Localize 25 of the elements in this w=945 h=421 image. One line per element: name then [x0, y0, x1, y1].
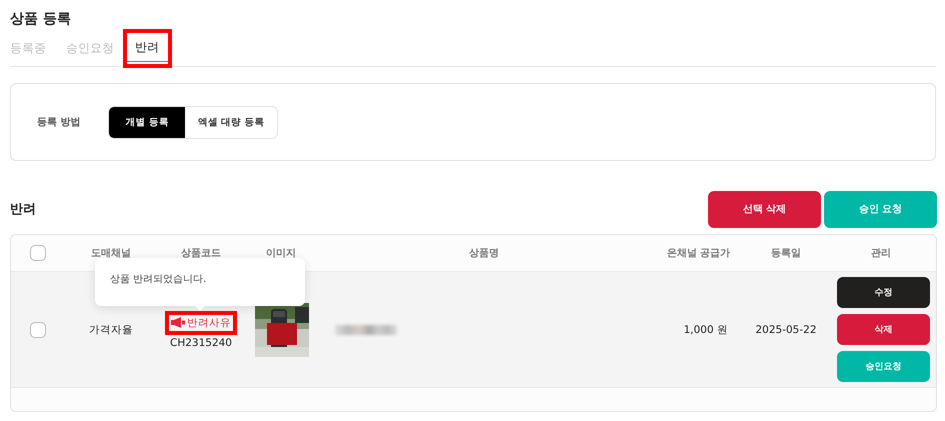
table-cell-text: 가격자율: [88, 322, 134, 336]
column-header: 이미지: [265, 247, 297, 260]
reject-reason-link[interactable]: 반려사유: [165, 310, 237, 334]
row-action-button[interactable]: 삭제: [837, 314, 930, 345]
column-header: 도매채널: [90, 247, 132, 260]
checkbox[interactable]: [30, 322, 46, 338]
action-button[interactable]: 선택 삭제: [708, 190, 821, 228]
tooltip-arrow: [195, 306, 205, 311]
tooltip: 상품 반려되었습니다.: [95, 258, 305, 306]
page-title: 상품 등록: [10, 10, 72, 28]
column-header: 상품코드: [180, 247, 222, 260]
table-cell-text: 2025-05-22: [754, 324, 818, 336]
table-cell-text: 1,000 원: [682, 322, 729, 336]
product-code: CH2315240: [170, 336, 232, 348]
tab[interactable]: 반려: [123, 29, 172, 68]
column-header: 등록일: [770, 247, 802, 260]
field-label: 등록 방법: [37, 116, 80, 129]
column-header: 관리: [870, 247, 892, 260]
column-header: 온채널 공급가: [666, 247, 732, 260]
section-title: 반려: [10, 201, 36, 218]
row-action-button[interactable]: 수정: [837, 277, 930, 308]
checkbox[interactable]: [30, 245, 46, 261]
segment-option[interactable]: 개별 등록: [109, 106, 185, 138]
column-header: 상품명: [468, 247, 500, 260]
megaphone-icon: [171, 317, 185, 328]
